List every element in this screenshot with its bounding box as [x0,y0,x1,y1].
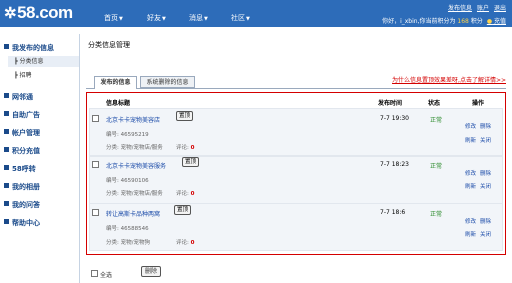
chevron-down-icon: ▼ [246,16,250,22]
header-title: 信息标题 [106,100,131,107]
tab-system-deleted[interactable]: 系统删除的信息 [140,76,195,88]
chevron-down-icon: ▼ [119,16,123,22]
square-bullet-icon [4,201,9,206]
refresh-link[interactable]: 刷新 [465,182,476,190]
sidebar-sub-classified[interactable]: ┣ 分类信息 [8,56,79,67]
square-bullet-icon [4,147,9,152]
sidebar-sub-jobs[interactable]: ┣ 招聘 [14,70,32,79]
comment-count: 评论: 0 [176,191,195,197]
sidebar-item-my-posts[interactable]: 我发布的信息 [4,43,54,53]
user-info: 你好，i_xbin,你当前积分为 168 积分 ● 充值 [382,18,506,25]
delete-link[interactable]: 删除 [480,217,491,225]
pin-button[interactable]: 置顶 [174,205,192,215]
row-checkbox[interactable] [92,161,99,168]
logo-icon: ✲ [4,5,17,22]
nav-home[interactable]: 首页▼ [104,13,123,23]
page-title: 分类信息管理 [88,41,130,49]
nav-community[interactable]: 社区▼ [231,13,250,23]
sidebar-item-self-ads[interactable]: 自助广告 [4,110,40,120]
post-info-link[interactable]: 发布信息 [448,5,472,12]
comment-count: 评论: 0 [176,240,195,246]
square-bullet-icon [4,93,9,98]
tab-divider [86,88,506,89]
post-category: 分类: 宠物/宠物狗 [106,240,150,246]
square-bullet-icon [4,44,9,49]
chevron-down-icon: ▼ [204,16,208,22]
header-status: 状态 [428,100,441,107]
status-badge: 正常 [430,117,443,124]
post-category: 分类: 宠物/宠物店/服务 [106,191,163,197]
user-links: 发布信息 账户 退出 [443,3,506,12]
sidebar-item-wanglintong[interactable]: 网邻通 [4,92,33,102]
sidebar-item-call-forward[interactable]: 58呼转 [4,164,36,174]
sidebar-item-account[interactable]: 帐户管理 [4,128,40,138]
header-ops: 操作 [472,100,485,107]
delete-link[interactable]: 删除 [480,122,491,130]
post-time: 7-7 19:30 [380,115,409,122]
nav-friends[interactable]: 好友▼ [147,13,166,23]
tab-posted[interactable]: 发布的信息 [94,76,137,89]
points-value: 168 [457,18,469,25]
sidebar-item-qa[interactable]: 我的问答 [4,200,40,210]
square-bullet-icon [4,129,9,134]
close-link[interactable]: 关闭 [480,136,491,144]
recharge-link[interactable]: ● 充值 [487,18,506,25]
refresh-link[interactable]: 刷新 [465,136,476,144]
square-bullet-icon [4,111,9,116]
logout-link[interactable]: 退出 [494,5,506,12]
close-link[interactable]: 关闭 [480,182,491,190]
delete-link[interactable]: 删除 [480,169,491,177]
help-link[interactable]: 为什么信息置顶效果差呀,点击了解详情>> [392,75,506,84]
header-time: 发布时间 [378,100,403,107]
nav-messages[interactable]: 消息▼ [189,13,208,23]
sidebar-item-album[interactable]: 我的相册 [4,182,40,192]
sidebar-item-help[interactable]: 帮助中心 [4,218,40,228]
status-badge: 正常 [430,163,443,170]
post-title-link[interactable]: 北京卡卡宠物美容店 [106,115,160,124]
post-time: 7-7 18:6 [380,209,406,216]
post-id: 编号: 46590106 [106,178,149,184]
coin-icon: ● [486,18,493,25]
square-bullet-icon [4,183,9,188]
row-checkbox[interactable] [92,209,99,216]
post-time: 7-7 18:23 [380,161,409,168]
post-id: 编号: 46588546 [106,226,149,232]
sidebar-divider [79,34,80,283]
pin-button[interactable]: 置顶 [176,111,194,121]
post-title-link[interactable]: 北京卡卡宠物美容服务 [106,161,166,170]
site-logo[interactable]: ✲58.com [4,3,73,23]
row-checkbox[interactable] [92,115,99,122]
edit-link[interactable]: 修改 [465,122,476,130]
post-id: 编号: 46595219 [106,132,149,138]
post-category: 分类: 宠物/宠物店/服务 [106,145,163,151]
pin-button[interactable]: 置顶 [182,157,200,167]
post-title-link[interactable]: 转让高斯卡品种两窝 [106,209,160,218]
sidebar-item-recharge[interactable]: 积分充值 [4,146,40,156]
select-all-checkbox[interactable] [91,270,98,277]
refresh-link[interactable]: 刷新 [465,230,476,238]
square-bullet-icon [4,165,9,170]
edit-link[interactable]: 修改 [465,217,476,225]
account-link[interactable]: 账户 [477,5,489,12]
select-all-label: 全选 [100,272,113,279]
square-bullet-icon [4,219,9,224]
top-bar: ✲58.com 首页▼ 好友▼ 消息▼ 社区▼ 发布信息 账户 退出 你好，i_xb… [0,0,512,27]
chevron-down-icon: ▼ [162,16,166,22]
edit-link[interactable]: 修改 [465,169,476,177]
comment-count: 评论: 0 [176,145,195,151]
status-badge: 正常 [430,211,443,218]
close-link[interactable]: 关闭 [480,230,491,238]
logo-text: 58.com [17,3,73,22]
delete-selected-button[interactable]: 删除 [141,266,162,277]
